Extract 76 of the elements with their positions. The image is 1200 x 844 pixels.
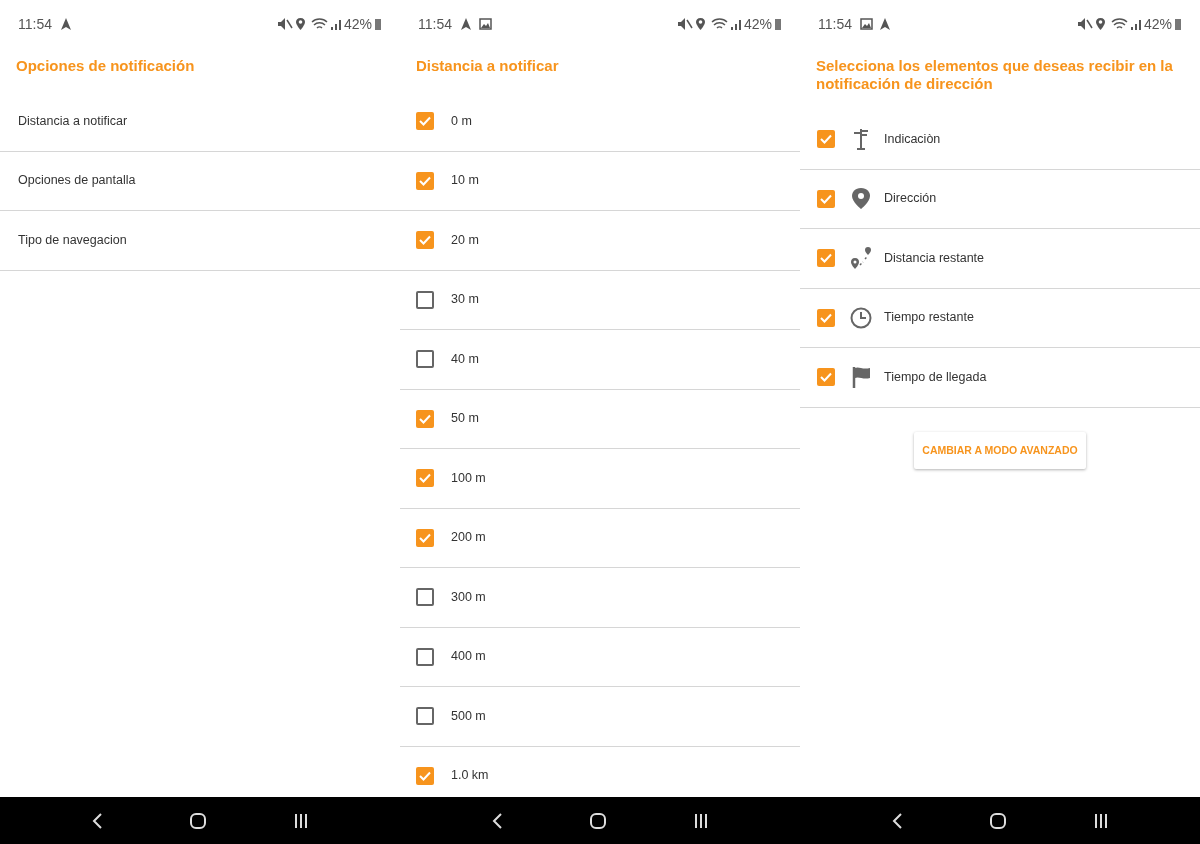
battery-icon — [774, 17, 782, 31]
back-icon[interactable] — [91, 811, 103, 830]
checkbox[interactable] — [416, 766, 434, 785]
item-label: Indicaciòn — [884, 130, 941, 148]
recent-apps-icon[interactable] — [1093, 811, 1109, 830]
item-label: 20 m — [451, 231, 479, 249]
status-time: 11:54 — [418, 14, 452, 34]
mute-icon — [676, 17, 693, 31]
item-label: 0 m — [451, 112, 472, 130]
battery-percent: 42% — [1143, 14, 1172, 34]
status-time: 11:54 — [818, 14, 852, 34]
checkbox[interactable] — [416, 350, 434, 369]
location-icon — [694, 17, 706, 31]
home-icon[interactable] — [589, 811, 607, 830]
back-icon[interactable] — [891, 811, 903, 830]
mute-icon — [276, 17, 293, 31]
item-label: Tiempo de llegada — [884, 368, 987, 386]
item-label: 400 m — [451, 648, 486, 666]
back-icon[interactable] — [491, 811, 503, 830]
home-icon[interactable] — [189, 811, 207, 830]
location-icon — [294, 17, 306, 31]
item-label: 100 m — [451, 469, 486, 487]
battery-percent: 42% — [343, 14, 372, 34]
location-pin-icon — [850, 186, 872, 211]
checkbox[interactable] — [416, 112, 434, 131]
signal-icon — [329, 17, 342, 31]
item-label: 30 m — [451, 291, 479, 309]
screen-title: Selecciona los elementos que deseas recibir en la notificación de dirección — [815, 56, 1174, 94]
item-label: 50 m — [451, 410, 479, 428]
checkbox[interactable] — [416, 647, 434, 666]
wifi-icon — [710, 17, 728, 31]
item-label: Distancia restante — [884, 249, 985, 267]
checkbox[interactable] — [416, 171, 434, 190]
screen-title: Opciones de notificación — [15, 56, 196, 76]
signal-icon — [729, 17, 742, 31]
recent-apps-icon[interactable] — [293, 811, 309, 830]
checkbox[interactable] — [416, 409, 434, 428]
wifi-icon — [310, 17, 328, 31]
battery-icon — [1174, 17, 1182, 31]
location-icon — [1094, 17, 1106, 31]
checkbox[interactable] — [416, 231, 434, 250]
navigation-arrow-icon — [460, 17, 473, 31]
image-icon — [860, 17, 873, 31]
clock-icon — [850, 305, 872, 330]
battery-percent: 42% — [743, 14, 772, 34]
home-icon[interactable] — [989, 811, 1007, 830]
item-label: 500 m — [451, 707, 486, 725]
wifi-icon — [1110, 17, 1128, 31]
item-label: Dirección — [884, 190, 937, 208]
item-label: 10 m — [451, 172, 479, 190]
checkbox[interactable] — [817, 130, 835, 149]
route-pins-icon — [850, 246, 872, 271]
checkbox[interactable] — [817, 368, 835, 387]
checkbox[interactable] — [817, 308, 835, 327]
item-label: Tiempo restante — [884, 309, 974, 327]
item-label: 40 m — [451, 350, 479, 368]
item-label: 300 m — [451, 588, 486, 606]
checkbox[interactable] — [817, 189, 835, 208]
navigation-arrow-icon — [879, 17, 892, 31]
navigation-arrow-icon — [60, 17, 73, 31]
item-label: 1.0 km — [451, 767, 489, 785]
recent-apps-icon[interactable] — [693, 811, 709, 830]
checkbox[interactable] — [817, 249, 835, 268]
checkbox[interactable] — [416, 528, 434, 547]
signal-icon — [1129, 17, 1142, 31]
mute-icon — [1076, 17, 1093, 31]
image-icon — [479, 17, 492, 31]
screen-title: Distancia a notificar — [415, 56, 560, 76]
battery-icon — [374, 17, 382, 31]
checkbox[interactable] — [416, 469, 434, 488]
checkbox[interactable] — [416, 707, 434, 726]
checkbox[interactable] — [416, 290, 434, 309]
flag-icon — [850, 365, 872, 390]
status-time: 11:54 — [18, 14, 52, 34]
item-label: 200 m — [451, 529, 486, 547]
checkbox[interactable] — [416, 588, 434, 607]
